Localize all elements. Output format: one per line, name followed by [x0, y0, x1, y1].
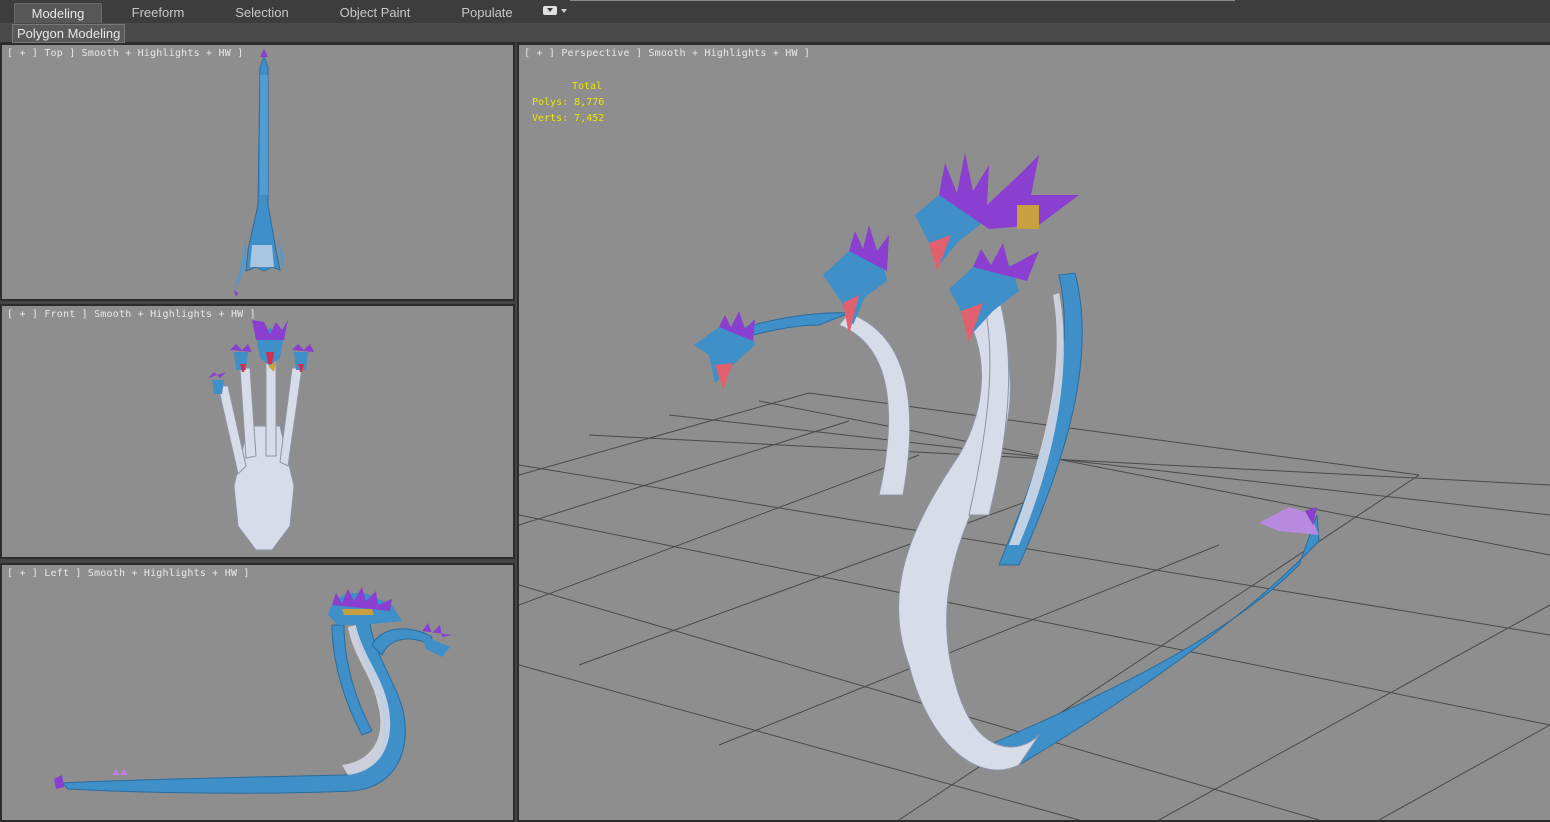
tab-selection[interactable]: Selection	[224, 3, 300, 22]
viewport-perspective[interactable]: [ + ] Perspective ] Smooth + Highlights …	[517, 43, 1550, 822]
stats-verts-value: 7,452	[574, 113, 605, 124]
polygon-modeling-panel-button[interactable]: Polygon Modeling	[12, 24, 126, 43]
stats-polys-label: Polys:	[532, 97, 569, 108]
hydra-head-top	[915, 153, 1079, 271]
stats-verts-row: Verts: 7,452	[532, 111, 604, 127]
viewport-left[interactable]: [ + ] Left ] Smooth + Highlights + HW ]	[0, 563, 515, 822]
scene-statistics: Total Polys: 8,776 Verts: 7,452	[532, 79, 604, 127]
ribbon-panel-bar: Polygon Modeling	[0, 23, 1550, 43]
left-view-model	[54, 587, 452, 794]
viewport-left-label[interactable]: [ + ] Left ] Smooth + Highlights + HW ]	[7, 568, 250, 579]
viewport-front[interactable]: [ + ] Front ] Smooth + Highlights + HW ]	[0, 304, 515, 559]
front-view-model	[208, 320, 314, 551]
viewport-perspective-label[interactable]: [ + ] Perspective ] Smooth + Highlights …	[524, 48, 810, 59]
stats-polys-row: Polys: 8,776	[532, 95, 604, 111]
hydra-head-left	[694, 311, 755, 389]
stats-verts-label: Verts:	[532, 113, 569, 124]
stats-polys-value: 8,776	[574, 97, 605, 108]
viewport-top[interactable]: [ + ] Top ] Smooth + Highlights + HW ]	[0, 43, 515, 301]
stats-total-label: Total	[572, 81, 603, 92]
perspective-view-model	[519, 153, 1550, 820]
tab-object-paint[interactable]: Object Paint	[330, 3, 420, 22]
tab-freeform[interactable]: Freeform	[120, 3, 196, 22]
tab-modeling[interactable]: Modeling	[14, 3, 102, 23]
tab-populate[interactable]: Populate	[452, 3, 522, 22]
top-view-model	[234, 49, 284, 297]
ribbon-divider	[570, 0, 1235, 1]
ribbon-options-dropdown-icon[interactable]	[543, 6, 567, 18]
viewport-top-label[interactable]: [ + ] Top ] Smooth + Highlights + HW ]	[7, 48, 243, 59]
ribbon-tab-bar: Modeling Freeform Selection Object Paint…	[0, 0, 1550, 24]
viewport-front-label[interactable]: [ + ] Front ] Smooth + Highlights + HW ]	[7, 309, 256, 320]
